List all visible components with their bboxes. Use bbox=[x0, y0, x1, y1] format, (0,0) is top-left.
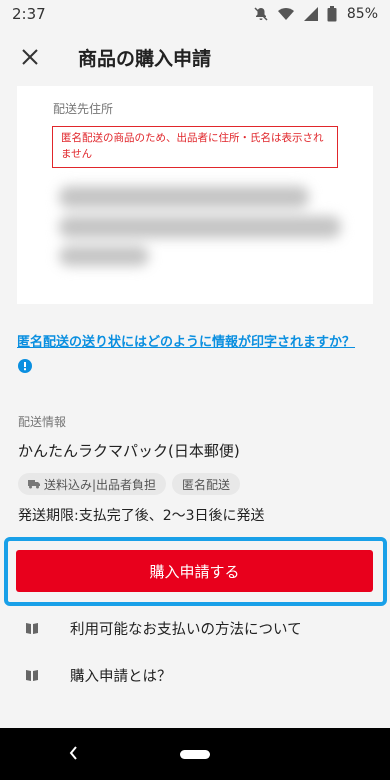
status-time: 2:37 bbox=[12, 5, 46, 23]
close-icon bbox=[22, 49, 38, 65]
page-title: 商品の購入申請 bbox=[78, 47, 212, 70]
shipping-method: かんたんラクマパック(日本郵便) bbox=[18, 442, 240, 460]
shipping-info-label: 配送情報 bbox=[18, 415, 67, 429]
nav-home-pill[interactable] bbox=[180, 750, 210, 759]
purchase-request-button[interactable]: 購入申請する bbox=[16, 550, 373, 592]
shipping-deadline: 発送期限:支払完了後、2〜3日後に発送 bbox=[18, 508, 265, 524]
status-bar: 2:37 85% bbox=[0, 0, 390, 28]
system-nav-bar bbox=[0, 728, 390, 780]
anonymous-warning: 匿名配送の商品のため、出品者に住所・氏名は表示されません bbox=[52, 126, 338, 168]
info-icon[interactable] bbox=[18, 358, 32, 377]
blurred-address bbox=[59, 180, 341, 272]
battery-icon bbox=[327, 6, 337, 22]
payment-methods-link[interactable]: 利用可能なお支払いの方法について bbox=[0, 605, 390, 651]
nav-back-icon[interactable] bbox=[66, 743, 80, 767]
app-bar: 商品の購入申請 bbox=[0, 28, 390, 86]
signal-icon bbox=[303, 6, 319, 22]
status-icons: 85% bbox=[253, 6, 378, 22]
payment-methods-link-label: 利用可能なお支払いの方法について bbox=[70, 621, 302, 638]
truck-icon bbox=[28, 480, 40, 489]
wifi-icon bbox=[277, 6, 295, 22]
shipping-fee-tag: 送料込み|出品者負担 bbox=[18, 473, 167, 495]
anonymous-shipping-tag-label: 匿名配送 bbox=[182, 477, 231, 492]
shipping-tags: 送料込み|出品者負担 匿名配送 bbox=[18, 473, 241, 495]
what-is-purchase-request-label: 購入申請とは？ bbox=[70, 668, 172, 685]
address-card: 配送先住所 匿名配送の商品のため、出品者に住所・氏名は表示されません bbox=[17, 86, 373, 304]
battery-percent: 85% bbox=[346, 6, 378, 22]
shipping-fee-tag-label: 送料込み|出品者負担 bbox=[44, 477, 157, 492]
anonymous-shipping-help-link[interactable]: 匿名配送の送り状にはどのように情報が印字されますか？ bbox=[17, 333, 373, 353]
book-icon bbox=[0, 668, 60, 682]
close-button[interactable] bbox=[0, 28, 60, 86]
book-icon bbox=[0, 621, 60, 635]
what-is-purchase-request-link[interactable]: 購入申請とは？ bbox=[0, 652, 390, 698]
anonymous-shipping-tag: 匿名配送 bbox=[172, 473, 241, 495]
notifications-off-icon bbox=[253, 6, 269, 22]
address-label: 配送先住所 bbox=[53, 102, 114, 116]
